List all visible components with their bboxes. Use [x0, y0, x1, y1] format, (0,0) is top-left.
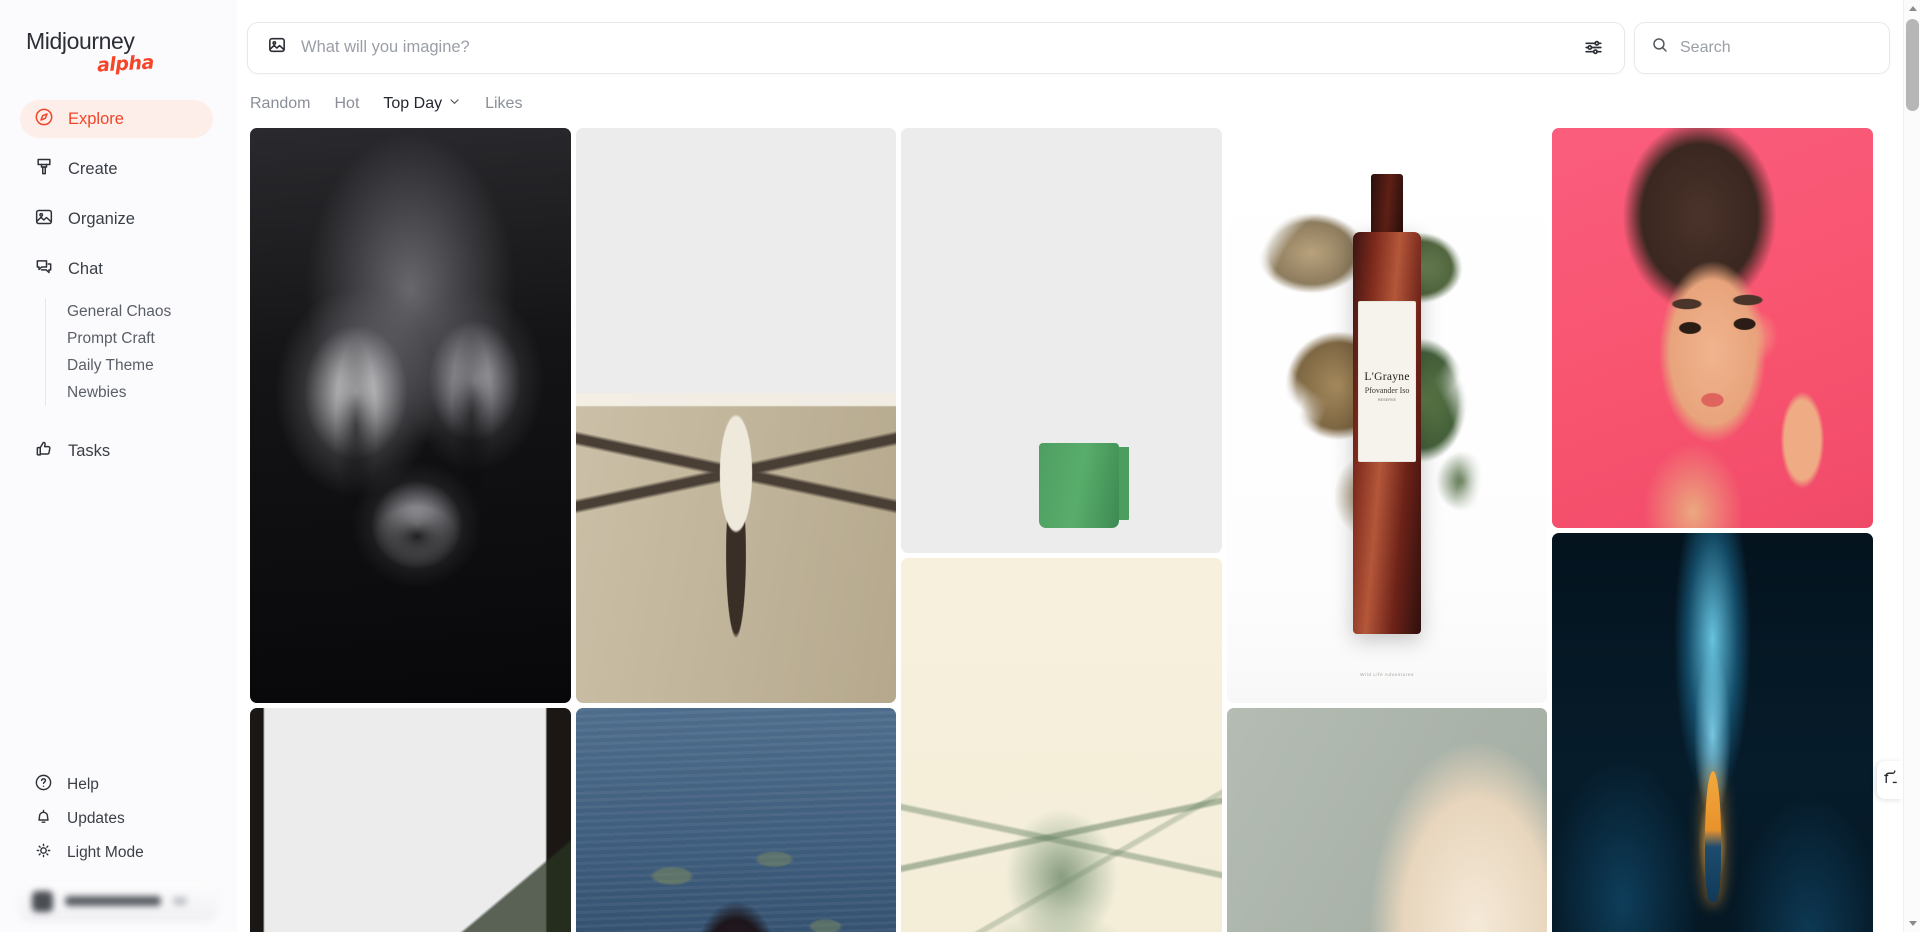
- bottle-label: L'Grayne Pfovander Iso RESERVE: [1358, 300, 1416, 462]
- sidebar-item-chat[interactable]: Chat: [20, 250, 213, 288]
- compass-icon: [34, 107, 54, 132]
- gallery-card-africa-map-wine-bottle[interactable]: L'Grayne Pfovander Iso RESERVE Wild Life…: [1226, 128, 1548, 703]
- search-icon: [1651, 36, 1669, 59]
- bottle-label-title: L'Grayne: [1364, 371, 1410, 384]
- image-icon[interactable]: [267, 35, 287, 60]
- chat-subnav: General Chaos Prompt Craft Daily Theme N…: [45, 298, 237, 406]
- filter-tabs: Random Hot Top Day Likes: [237, 76, 1920, 128]
- artwork-image: [1226, 708, 1548, 932]
- image-gallery: L'Grayne Pfovander Iso RESERVE Wild Life…: [237, 128, 1920, 932]
- search-bar[interactable]: [1634, 21, 1890, 74]
- route-icon: [1882, 769, 1899, 791]
- gallery-card-green-mountain-sketch[interactable]: [901, 558, 1222, 932]
- filter-tab-random[interactable]: Random: [250, 95, 310, 113]
- bottle-label-small: RESERVE: [1377, 398, 1397, 403]
- sidebar-item-label: Help: [67, 776, 99, 793]
- gallery-column: [901, 128, 1222, 932]
- artwork-image: [575, 128, 897, 703]
- sidebar-item-label: Explore: [68, 109, 124, 128]
- artwork-image: [575, 708, 897, 932]
- user-profile-chip[interactable]: [20, 882, 217, 920]
- sidebar-item-label: Tasks: [68, 441, 111, 460]
- poster-caption: Wild Life Adventures: [1360, 672, 1415, 678]
- filter-tab-top-day[interactable]: Top Day: [383, 95, 461, 113]
- chevron-down-icon: [448, 95, 461, 113]
- scroll-up-arrow-icon[interactable]: [1904, 0, 1920, 17]
- gallery-card-woman-in-lily-pond[interactable]: [575, 708, 897, 932]
- search-input[interactable]: [1680, 38, 1887, 57]
- sidebar-item-label: Chat: [68, 259, 103, 278]
- filter-tab-label: Top Day: [383, 95, 443, 112]
- gallery-card-floral-head-suit[interactable]: [575, 128, 897, 703]
- artwork-image: L'Grayne Pfovander Iso RESERVE Wild Life…: [1226, 128, 1548, 703]
- artwork-image: [901, 558, 1222, 932]
- gallery-column: [575, 128, 897, 932]
- sidebar-subitem-newbies[interactable]: Newbies: [67, 379, 237, 406]
- scroll-down-arrow-icon[interactable]: [1904, 915, 1920, 932]
- filter-tab-hot[interactable]: Hot: [334, 95, 359, 113]
- sidebar-item-help[interactable]: Help: [20, 768, 213, 802]
- sidebar-subitem-general-chaos[interactable]: General Chaos: [67, 298, 237, 325]
- sidebar-item-label: Light Mode: [67, 844, 144, 861]
- gallery-card-glowing-speedboat-aerial[interactable]: [1552, 533, 1873, 932]
- sidebar-item-tasks[interactable]: Tasks: [20, 432, 213, 470]
- brand-logo[interactable]: Midjourney alpha: [0, 28, 237, 94]
- artwork-image: [1552, 128, 1873, 528]
- gallery-card-joker-portrait[interactable]: [250, 128, 571, 703]
- filter-tab-likes[interactable]: Likes: [485, 95, 522, 113]
- sidebar-subitem-prompt-craft[interactable]: Prompt Craft: [67, 325, 237, 352]
- bottle-label-subtitle: Pfovander Iso: [1364, 386, 1410, 396]
- sidebar-item-organize[interactable]: Organize: [20, 200, 213, 238]
- image-icon: [34, 207, 54, 232]
- chip-meta-redacted: [173, 897, 187, 905]
- sidebar-subitem-daily-theme[interactable]: Daily Theme: [67, 352, 237, 379]
- sidebar-item-updates[interactable]: Updates: [20, 802, 213, 836]
- brand-name: Midjourney: [26, 28, 135, 54]
- sidebar-item-label: Organize: [68, 209, 135, 228]
- sidebar-item-label: Updates: [67, 810, 125, 827]
- artwork-image: [250, 128, 571, 703]
- gallery-column: [250, 128, 571, 932]
- top-bar: [237, 0, 1920, 76]
- sidebar-footer: Help Updates Light Mode: [0, 768, 237, 932]
- gallery-grid: L'Grayne Pfovander Iso RESERVE Wild Life…: [250, 128, 1873, 932]
- primary-nav: Explore Create Organize Chat General Cha…: [0, 100, 237, 470]
- username-redacted: [65, 896, 161, 906]
- question-circle-icon: [34, 773, 53, 797]
- sliders-icon[interactable]: [1578, 33, 1608, 63]
- brush-icon: [34, 157, 54, 182]
- sidebar-item-label: Create: [68, 159, 118, 178]
- artwork-image: [250, 708, 571, 932]
- gallery-column: L'Grayne Pfovander Iso RESERVE Wild Life…: [1226, 128, 1548, 932]
- gallery-card-pink-ape-with-mug[interactable]: [901, 128, 1222, 553]
- artwork-image: [901, 128, 1222, 553]
- page-scrollbar[interactable]: [1903, 0, 1920, 932]
- sidebar-item-create[interactable]: Create: [20, 150, 213, 188]
- sun-icon: [34, 841, 53, 865]
- edge-side-panel-toggle[interactable]: [1877, 761, 1903, 799]
- sidebar-item-explore[interactable]: Explore: [20, 100, 213, 138]
- gallery-card-white-cat-closeup[interactable]: [1226, 708, 1548, 932]
- brand-alpha-tag: alpha: [96, 51, 155, 77]
- bell-icon: [34, 807, 53, 831]
- main-content: Random Hot Top Day Likes: [237, 0, 1920, 932]
- gallery-card-pop-art-woman-pink[interactable]: [1552, 128, 1873, 528]
- avatar: [32, 890, 53, 912]
- sidebar-item-light-mode[interactable]: Light Mode: [20, 836, 213, 870]
- sidebar: Midjourney alpha Explore Create Organize…: [0, 0, 237, 932]
- gallery-card-cabin-forest-window[interactable]: [250, 708, 571, 932]
- scrollbar-thumb[interactable]: [1906, 19, 1919, 111]
- chat-bubbles-icon: [34, 257, 54, 282]
- prompt-input[interactable]: [301, 38, 1564, 57]
- artwork-image: [1552, 533, 1873, 932]
- app-root: Midjourney alpha Explore Create Organize…: [0, 0, 1920, 932]
- gallery-column: [1552, 128, 1873, 932]
- thumbs-up-icon: [34, 439, 54, 464]
- prompt-bar[interactable]: [247, 21, 1625, 74]
